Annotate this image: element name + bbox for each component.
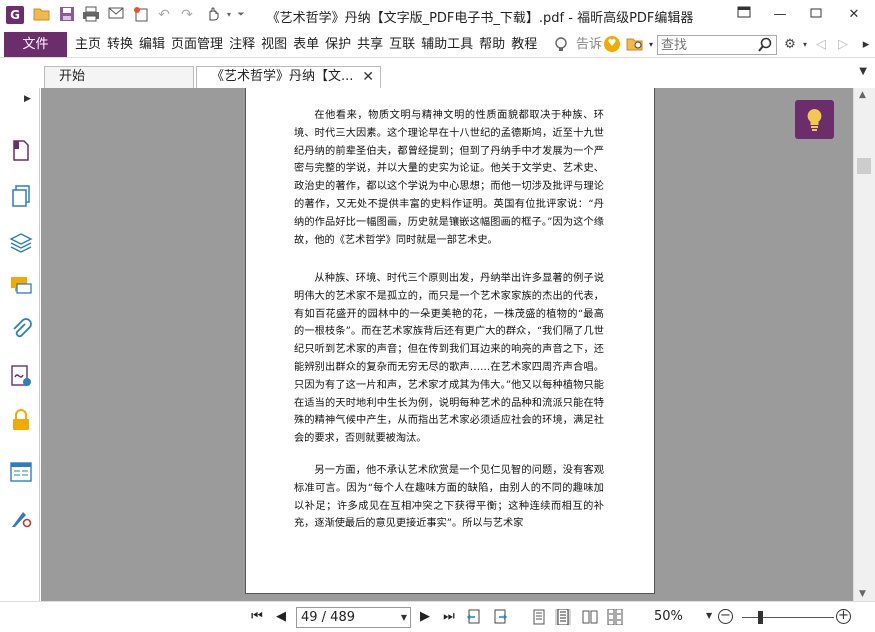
continuous-view-icon[interactable]	[555, 608, 571, 626]
email-icon[interactable]	[107, 6, 125, 24]
pdf-page: 在他看来，物质文明与精神文明的性质面貌都取决于种族、环境、时代三大因素。这个理论…	[245, 88, 655, 594]
new-document-icon[interactable]	[132, 6, 150, 24]
page-dropdown-icon[interactable]: ▼	[401, 608, 407, 627]
menu-file[interactable]: 文件	[4, 32, 67, 57]
redo-icon[interactable]: ↷	[178, 6, 196, 24]
search-input[interactable]	[658, 36, 754, 54]
comments-icon[interactable]	[9, 274, 33, 298]
last-page-icon[interactable]: ⏭	[440, 608, 458, 626]
app-logo-icon[interactable]: G	[6, 6, 24, 24]
zoom-in-icon[interactable]: +	[836, 609, 851, 624]
zoom-dropdown-icon[interactable]: ▼	[706, 611, 712, 620]
tab-document[interactable]: 《艺术哲学》丹纳【文... ✕	[196, 66, 381, 88]
menu-home[interactable]: 主页	[72, 32, 104, 57]
search-box[interactable]	[657, 35, 777, 55]
menu-edit[interactable]: 编辑	[136, 32, 168, 57]
tab-document-label: 《艺术哲学》丹纳【文...	[211, 69, 354, 84]
close-icon[interactable]: ✕	[840, 4, 868, 26]
previous-view-icon[interactable]	[466, 608, 484, 626]
document-view[interactable]: 在他看来，物质文明与精神文明的性质面貌都取决于种族、环境、时代三大因素。这个理论…	[41, 88, 853, 601]
tab-list-dropdown-icon[interactable]: ▼	[859, 66, 867, 77]
menu-accessibility[interactable]: 辅助工具	[418, 32, 476, 57]
menu-connect[interactable]: 互联	[386, 32, 418, 57]
vertical-scrollbar[interactable]: ▲ ▼	[853, 88, 875, 601]
menu-convert[interactable]: 转换	[104, 32, 136, 57]
tab-start[interactable]: 开始	[44, 66, 194, 88]
ribbon-expand-icon[interactable]: ▸	[857, 36, 875, 54]
window-title: 《艺术哲学》丹纳【文字版_PDF电子书_下载】.pdf - 福昕高级PDF编辑器	[266, 11, 694, 26]
minimize-icon[interactable]: —	[766, 4, 794, 26]
scroll-thumb[interactable]	[857, 158, 871, 174]
tell-me-label[interactable]: 告诉	[576, 32, 602, 57]
single-page-view-icon[interactable]	[531, 609, 547, 625]
status-bar: ⏮ ◀ 49 / 489 ▼ ▶ ⏭ 50% ▼ − +	[0, 601, 875, 632]
scroll-up-icon[interactable]: ▲	[859, 90, 866, 100]
page-number-field[interactable]: 49 / 489 ▼	[296, 607, 411, 628]
menu-page-management[interactable]: 页面管理	[168, 32, 226, 57]
form-fields-icon[interactable]	[9, 460, 33, 484]
menu-items: 主页 转换 编辑 页面管理 注释 视图 表单 保护 共享 互联 辅助工具 帮助 …	[72, 32, 540, 57]
menu-help[interactable]: 帮助	[476, 32, 508, 57]
customize-toolbar-icon[interactable]: ⏷	[232, 6, 250, 24]
facing-view-icon[interactable]	[582, 609, 598, 625]
tab-close-icon[interactable]: ✕	[362, 67, 374, 87]
panel-expand-icon[interactable]: ▶	[24, 94, 31, 104]
menu-protect[interactable]: 保护	[322, 32, 354, 57]
zoom-slider[interactable]	[742, 617, 834, 618]
print-icon[interactable]	[82, 6, 100, 24]
signature-icon[interactable]	[9, 364, 33, 388]
navigation-panel: ▶	[0, 88, 40, 601]
zoom-level[interactable]: 50%	[654, 609, 683, 624]
title-bar: G ↶ ↷ ▾ ⏷ 《艺术哲学》丹纳【文字版_PDF电子书_下载】.pdf - …	[0, 0, 875, 32]
undo-icon[interactable]: ↶	[155, 6, 173, 24]
thumbnails-icon[interactable]	[9, 184, 33, 208]
menu-tutorial[interactable]: 教程	[508, 32, 540, 57]
page-number-value: 49 / 489	[301, 610, 355, 625]
paragraph-2: 从种族、环境、时代三个原则出发，丹纳举出许多显著的例子说明伟大的艺术家不是孤立的…	[294, 273, 604, 445]
smart-suggestion-bulb-icon[interactable]	[795, 100, 834, 139]
paragraph-3: 另一方面，他不承认艺术欣赏是一个见仁见智的问题，没有客观标准可言。因为“每个人在…	[294, 465, 604, 530]
ribbon-prev-icon[interactable]: ◁	[812, 36, 830, 54]
next-page-icon[interactable]: ▶	[416, 608, 434, 626]
tab-start-label: 开始	[59, 69, 86, 84]
pdf-sign-icon[interactable]	[9, 506, 33, 530]
tab-bar: 开始 《艺术哲学》丹纳【文... ✕ ▼	[0, 58, 875, 88]
open-folder-icon[interactable]	[33, 6, 51, 24]
tell-me-bulb-icon[interactable]	[552, 36, 570, 54]
zoom-out-icon[interactable]: −	[718, 609, 733, 624]
ribbon-options-icon[interactable]	[730, 4, 758, 26]
restore-icon[interactable]	[802, 4, 830, 26]
attachments-paperclip-icon[interactable]	[9, 318, 33, 342]
ribbon-next-icon[interactable]: ▷	[834, 36, 852, 54]
save-icon[interactable]	[58, 6, 76, 24]
page-icon[interactable]	[9, 138, 33, 162]
menu-comment[interactable]: 注释	[226, 32, 258, 57]
scroll-down-icon[interactable]: ▼	[859, 589, 866, 599]
continuous-facing-view-icon[interactable]	[607, 608, 623, 626]
feedback-heart-icon[interactable]: ♥	[604, 36, 620, 52]
first-page-icon[interactable]: ⏮	[248, 608, 266, 626]
layers-icon[interactable]	[9, 230, 33, 254]
menu-share[interactable]: 共享	[354, 32, 386, 57]
search-icon[interactable]	[757, 37, 773, 53]
menu-bar: 文件 主页 转换 编辑 页面管理 注释 视图 表单 保护 共享 互联 辅助工具 …	[0, 32, 875, 58]
menu-view[interactable]: 视图	[258, 32, 290, 57]
zoom-slider-thumb[interactable]	[758, 611, 763, 624]
menu-form[interactable]: 表单	[290, 32, 322, 57]
next-view-icon[interactable]	[490, 608, 508, 626]
security-lock-icon[interactable]	[9, 408, 33, 432]
paragraph-1: 在他看来，物质文明与精神文明的性质面貌都取决于种族、环境、时代三大因素。这个理论…	[294, 110, 604, 246]
previous-page-icon[interactable]: ◀	[272, 608, 290, 626]
